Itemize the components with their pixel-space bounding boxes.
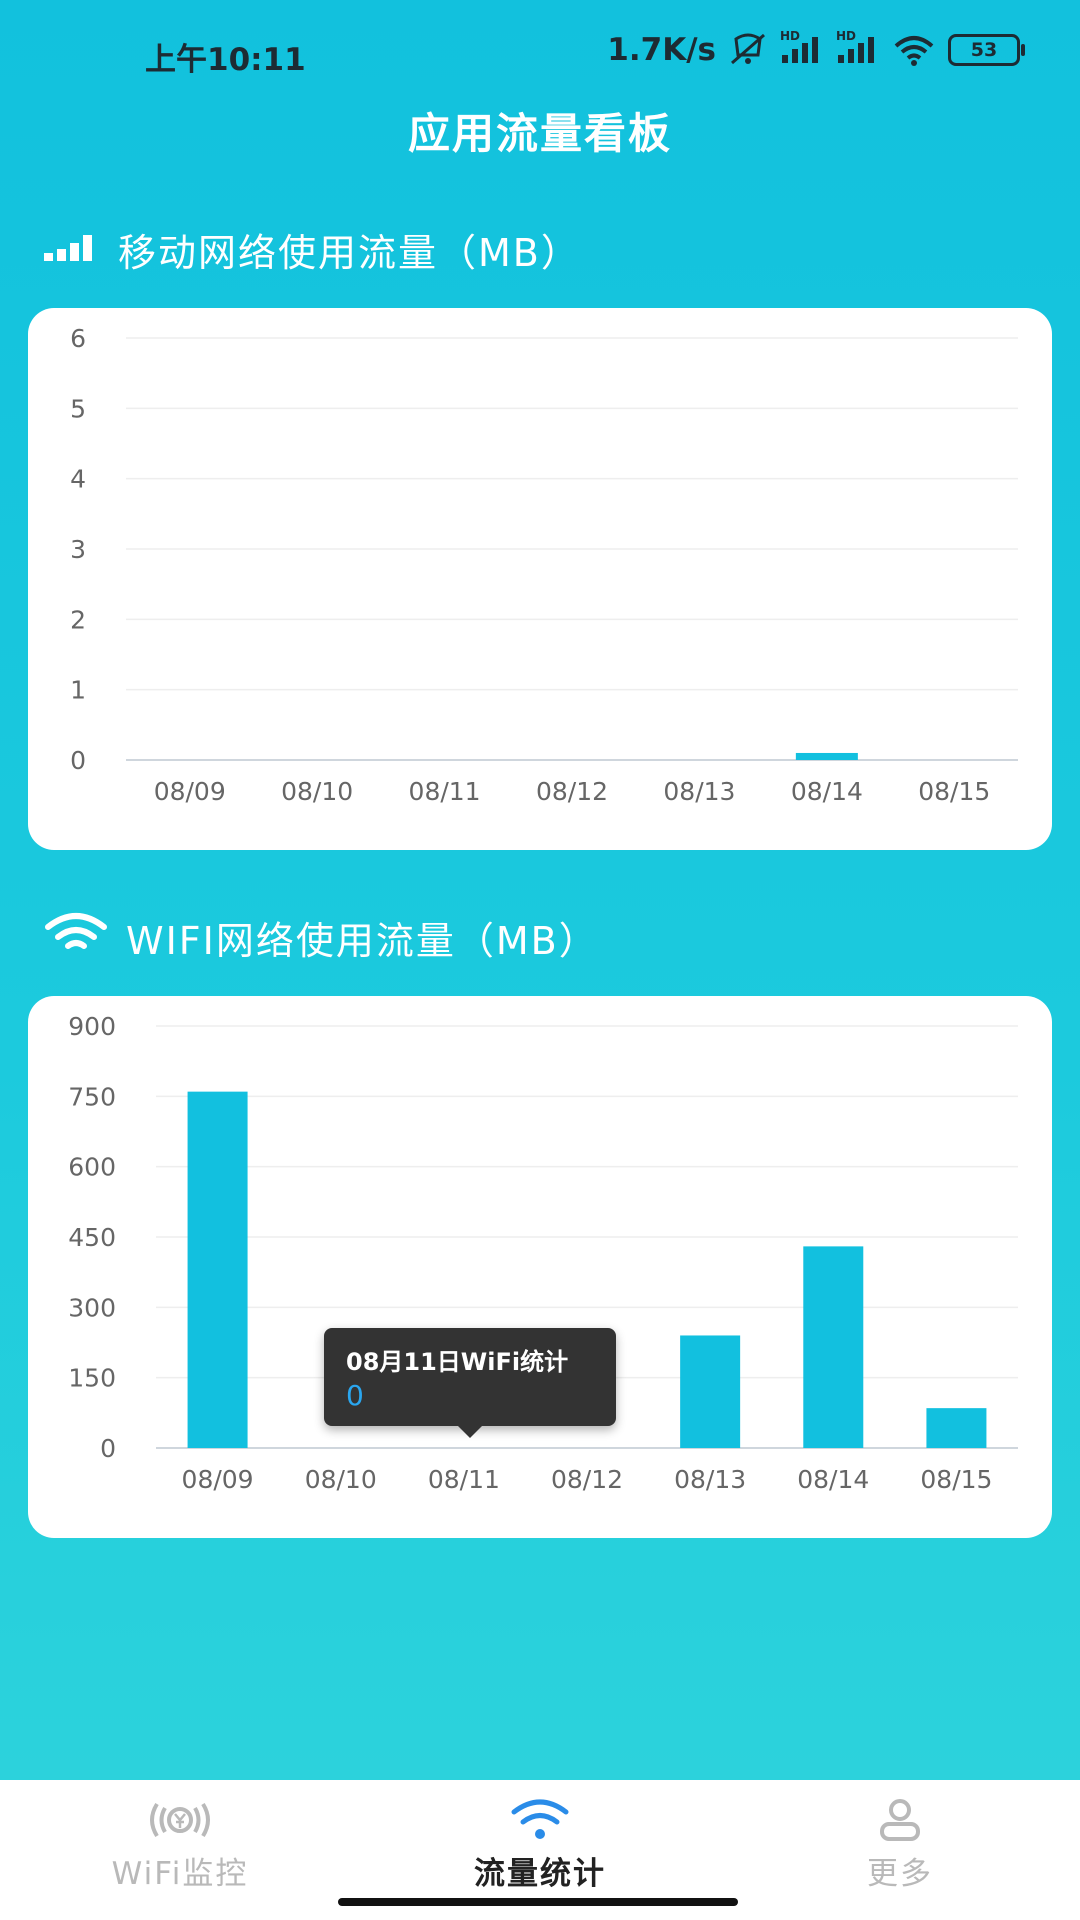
signal-bars-icon: [44, 228, 100, 272]
network-speed: 1.7K/s: [607, 32, 716, 68]
wifi-icon: [44, 911, 108, 964]
x-tick-label: 08/15: [918, 777, 990, 806]
x-tick-label: 08/09: [182, 1465, 254, 1494]
y-tick-label: 4: [70, 465, 86, 494]
tab-more-label: 更多: [867, 1856, 933, 1892]
y-tick-label: 0: [70, 746, 86, 775]
tooltip-value: 0: [346, 1379, 364, 1412]
tab-wifi-monitor-label: WiFi监控: [111, 1856, 249, 1892]
y-tick-label: 450: [68, 1223, 116, 1252]
x-tick-label: 08/12: [551, 1465, 623, 1494]
page-title: 应用流量看板: [407, 109, 672, 158]
tab-more[interactable]: 更多: [720, 1798, 1080, 1893]
tab-traffic-stats[interactable]: 流量统计: [360, 1798, 720, 1893]
x-tick-label: 08/10: [281, 777, 353, 806]
cell-signal-icon: HD: [780, 29, 824, 65]
x-tick-label: 08/12: [536, 777, 608, 806]
wifi-status-icon: [892, 34, 936, 66]
x-tick-label: 08/13: [663, 777, 735, 806]
wifi-section-title: WIFI网络使用流量（MB）: [126, 919, 599, 963]
status-icons: 1.7K/s HD HD 53: [607, 29, 1025, 68]
x-tick-label: 08/11: [409, 777, 481, 806]
bar-08/13[interactable]: [680, 1335, 741, 1448]
wifi-icon: [360, 1798, 720, 1842]
y-tick-label: 3: [70, 535, 86, 564]
cell-signal-label-2: HD: [836, 29, 857, 43]
mobile-section-header: 移动网络使用流量（MB）: [44, 222, 581, 277]
user-icon: [720, 1798, 1080, 1842]
alarm-off-icon: [728, 33, 768, 67]
tab-wifi-monitor[interactable]: WiFi监控: [0, 1798, 360, 1893]
x-tick-label: 08/10: [305, 1465, 377, 1494]
x-tick-label: 08/11: [428, 1465, 500, 1494]
bar-08/09[interactable]: [187, 1091, 248, 1448]
y-tick-label: 0: [100, 1434, 116, 1463]
wifi-section-header: WIFI网络使用流量（MB）: [44, 910, 599, 965]
wifi-usage-chart: 0 150 300 450 600 750 900 08/09 08/10 08/11 08/12 0…: [68, 1012, 1018, 1494]
y-tick-label: 600: [68, 1153, 116, 1182]
chart-tooltip: 08月11日WiFi统计 0: [324, 1328, 616, 1438]
bar-08/15[interactable]: [926, 1408, 987, 1448]
x-tick-label: 08/14: [791, 777, 863, 806]
tab-traffic-stats-label: 流量统计: [474, 1856, 606, 1892]
cell-signal-label: HD: [780, 29, 801, 43]
tooltip-title: 08月11日WiFi统计: [346, 1348, 569, 1376]
home-indicator: [338, 1898, 738, 1906]
battery-level: 53: [970, 39, 998, 61]
bar-08/14[interactable]: [803, 1246, 864, 1448]
tooltip-arrow: [458, 1426, 482, 1438]
mobile-chart-card: 0 1 2 3 4 5 6 08/09 08/10 08/11 08/12 08/13 08/14 08/…: [28, 308, 1052, 850]
wifi-monitor-icon: [0, 1798, 360, 1842]
status-time: 上午10:11: [145, 42, 306, 78]
y-tick-label: 2: [70, 605, 86, 634]
mobile-section-title: 移动网络使用流量（MB）: [118, 231, 581, 275]
battery-icon: 53: [948, 34, 1025, 66]
x-tick-label: 08/13: [674, 1465, 746, 1494]
y-tick-label: 5: [70, 394, 86, 423]
bar-08/14[interactable]: [795, 752, 858, 760]
y-tick-label: 6: [70, 324, 86, 353]
x-tick-label: 08/14: [797, 1465, 869, 1494]
y-tick-label: 300: [68, 1293, 116, 1322]
status-bar: 上午10:11 1.7K/s HD HD 53: [0, 0, 1080, 100]
y-tick-label: 900: [68, 1012, 116, 1041]
cell-signal-icon-2: HD: [836, 29, 880, 65]
wifi-chart-card: 0 150 300 450 600 750 900 08/09 08/10 08/11 08/12 0…: [28, 996, 1052, 1538]
y-tick-label: 150: [68, 1364, 116, 1393]
mobile-usage-chart: 0 1 2 3 4 5 6 08/09 08/10 08/11 08/12 08/13 08/14 08/…: [70, 324, 1018, 806]
y-tick-label: 750: [68, 1082, 116, 1111]
x-tick-label: 08/15: [920, 1465, 992, 1494]
y-tick-label: 1: [70, 676, 86, 705]
x-tick-label: 08/09: [154, 777, 226, 806]
